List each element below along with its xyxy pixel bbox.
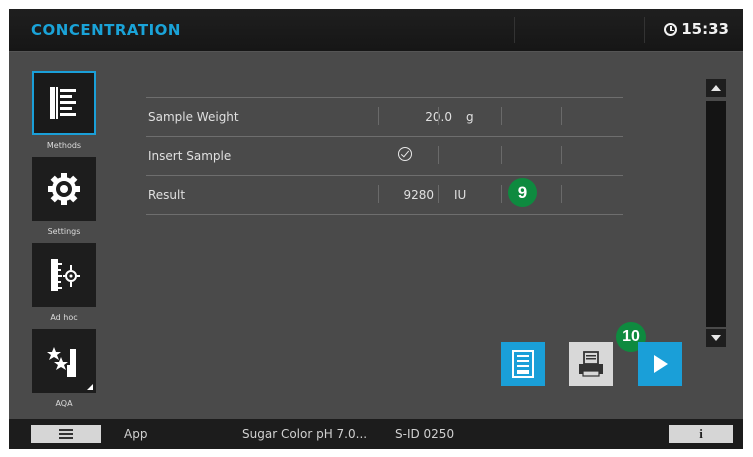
arrow-up-icon <box>711 85 721 91</box>
row-value: 20.0 <box>380 110 452 124</box>
methods-list-icon <box>50 87 76 119</box>
page-title: CONCENTRATION <box>31 21 181 39</box>
submenu-indicator-icon <box>87 384 93 390</box>
clock-time: 15:33 <box>681 20 729 38</box>
sidebar-item-label: Methods <box>46 141 82 150</box>
sample-id: S-ID 0250 <box>395 427 455 441</box>
header-bar: CONCENTRATION 15:33 <box>9 9 743 52</box>
sidebar-item-settings[interactable] <box>32 157 96 221</box>
gear-icon <box>48 173 80 205</box>
annotation-badge: 9 <box>508 178 537 207</box>
scroll-up-button[interactable] <box>706 79 726 97</box>
menu-button[interactable] <box>31 425 101 443</box>
row-unit: IU <box>454 188 467 202</box>
column-divider <box>378 107 379 125</box>
sidebar-item-aqa[interactable] <box>32 329 96 393</box>
info-button[interactable]: i <box>669 425 733 443</box>
row-label: Result <box>148 188 186 202</box>
column-divider <box>561 146 562 164</box>
column-divider <box>561 107 562 125</box>
scroll-down-button[interactable] <box>706 329 726 347</box>
hamburger-icon-line <box>59 433 73 435</box>
instrument-screen: CONCENTRATION 15:33 Methods Settings Ad … <box>9 9 743 449</box>
scrollbar-track[interactable] <box>706 101 726 327</box>
status-bar: App Sugar Color pH 7.0... S-ID 0250 i <box>9 419 743 449</box>
sidebar-item-label: Ad hoc <box>50 313 78 322</box>
clock: 15:33 <box>664 20 729 38</box>
header-divider <box>644 17 645 43</box>
column-divider <box>438 107 439 125</box>
column-divider <box>501 146 502 164</box>
column-divider <box>438 146 439 164</box>
hamburger-icon-line <box>59 437 73 439</box>
clock-icon <box>664 22 678 36</box>
check-circle-icon <box>398 147 412 161</box>
sidebar-item-label: Settings <box>47 227 81 236</box>
hamburger-icon-line <box>59 429 73 431</box>
sidebar-item-adhoc[interactable] <box>32 243 96 307</box>
save-icon <box>512 350 534 378</box>
save-button[interactable] <box>501 342 545 386</box>
sidebar-item-methods[interactable] <box>32 71 96 135</box>
column-divider <box>438 185 439 203</box>
app-label: App <box>124 427 148 441</box>
sidebar-item-label: AQA <box>55 399 73 408</box>
method-name: Sugar Color pH 7.0... <box>242 427 368 441</box>
column-divider <box>501 185 502 203</box>
row-label: Sample Weight <box>148 110 239 124</box>
arrow-down-icon <box>711 335 721 341</box>
column-divider <box>501 107 502 125</box>
printer-icon <box>579 351 603 377</box>
play-icon <box>654 355 668 373</box>
column-divider <box>561 185 562 203</box>
table-row[interactable]: Insert Sample <box>146 136 623 175</box>
stars-bars-icon <box>47 347 76 377</box>
table-row[interactable]: Result 9280 IU <box>146 175 623 215</box>
row-value: 9280 <box>403 188 434 202</box>
row-label: Insert Sample <box>148 149 232 163</box>
row-unit: g <box>466 110 474 124</box>
print-button[interactable] <box>569 342 613 386</box>
header-divider <box>514 17 515 43</box>
adhoc-ruler-icon <box>51 259 80 291</box>
table-row[interactable]: Sample Weight 20.0 g <box>146 97 623 136</box>
start-button[interactable] <box>638 342 682 386</box>
